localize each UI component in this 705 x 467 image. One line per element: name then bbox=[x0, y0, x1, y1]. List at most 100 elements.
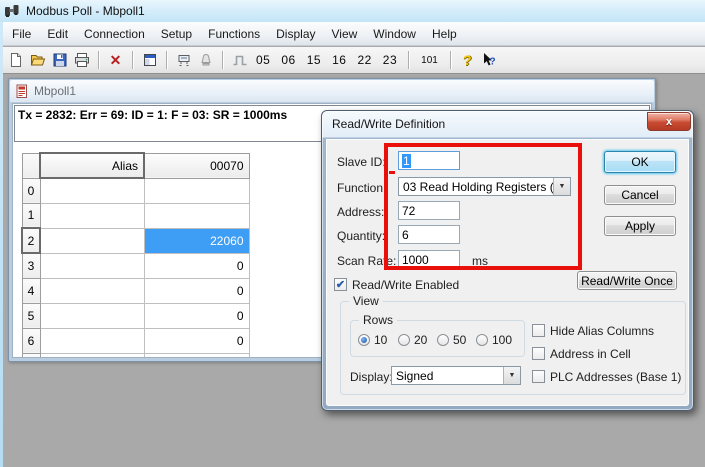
cancel-button[interactable]: Cancel bbox=[604, 185, 676, 205]
slave-id-label: Slave ID: bbox=[337, 155, 386, 169]
close-icon[interactable]: x bbox=[647, 112, 691, 131]
chevron-down-icon[interactable]: ▼ bbox=[503, 367, 520, 384]
delete-icon[interactable]: ✕ bbox=[107, 52, 124, 69]
pulse-icon[interactable] bbox=[231, 52, 248, 69]
row-header[interactable]: 3 bbox=[22, 253, 40, 278]
table-row: 6 0 bbox=[22, 328, 249, 353]
value-cell[interactable]: 0 bbox=[144, 278, 249, 303]
row-header[interactable]: 1 bbox=[22, 203, 40, 228]
plc-addresses-checkbox[interactable] bbox=[532, 370, 545, 383]
row-header-selected[interactable]: 2 bbox=[22, 228, 40, 253]
rows-100-radio[interactable] bbox=[476, 334, 488, 346]
display-value: Signed bbox=[392, 367, 503, 384]
annotation-highlight-rectangle bbox=[384, 143, 582, 270]
register-grid[interactable]: Alias 00070 0 1 2 22060 3 0 bbox=[21, 152, 250, 358]
save-icon[interactable] bbox=[51, 52, 68, 69]
alias-cell[interactable] bbox=[40, 328, 144, 353]
menu-connection[interactable]: Connection bbox=[76, 23, 153, 45]
view-group: View Rows 10 20 50 100 Display: Signed ▼… bbox=[340, 301, 686, 395]
alias-cell[interactable] bbox=[40, 178, 144, 203]
hide-alias-label: Hide Alias Columns bbox=[550, 324, 654, 338]
context-help-icon[interactable]: ? bbox=[481, 52, 498, 69]
window-title: Modbus Poll - Mbpoll1 bbox=[26, 4, 145, 18]
value-cell[interactable] bbox=[144, 203, 249, 228]
rows-50-radio[interactable] bbox=[437, 334, 449, 346]
value-cell[interactable] bbox=[144, 353, 249, 358]
menu-view[interactable]: View bbox=[324, 23, 366, 45]
grid-corner-cell[interactable] bbox=[22, 153, 40, 178]
table-row bbox=[22, 353, 249, 358]
menu-edit[interactable]: Edit bbox=[39, 23, 76, 45]
row-header[interactable]: 5 bbox=[22, 303, 40, 328]
menu-functions[interactable]: Functions bbox=[200, 23, 268, 45]
apply-button[interactable]: Apply bbox=[604, 216, 676, 236]
poll-setup-icon[interactable] bbox=[175, 52, 192, 69]
value-cell[interactable]: 0 bbox=[144, 328, 249, 353]
app-icon bbox=[4, 3, 20, 19]
grid-header-address[interactable]: 00070 bbox=[144, 153, 249, 178]
row-header[interactable]: 4 bbox=[22, 278, 40, 303]
alias-cell[interactable] bbox=[40, 353, 144, 358]
grid-header-alias[interactable]: Alias bbox=[40, 153, 144, 178]
alias-cell[interactable] bbox=[40, 253, 144, 278]
alias-cell[interactable] bbox=[40, 203, 144, 228]
table-row: 3 0 bbox=[22, 253, 249, 278]
display-label: Display: bbox=[350, 370, 393, 384]
open-file-icon[interactable] bbox=[29, 52, 46, 69]
menu-display[interactable]: Display bbox=[268, 23, 323, 45]
rows-10-radio[interactable] bbox=[358, 334, 370, 346]
alias-cell[interactable] bbox=[40, 278, 144, 303]
function-05-button[interactable]: 05 bbox=[253, 53, 273, 67]
print-icon[interactable] bbox=[73, 52, 90, 69]
table-row: 2 22060 bbox=[22, 228, 249, 253]
toolbar-separator bbox=[450, 51, 451, 69]
address-in-cell-checkbox[interactable] bbox=[532, 347, 545, 360]
menu-bar: File Edit Connection Setup Functions Dis… bbox=[0, 22, 705, 46]
rows-group-label: Rows bbox=[359, 313, 397, 327]
value-cell[interactable] bbox=[144, 178, 249, 203]
table-row: 5 0 bbox=[22, 303, 249, 328]
read-write-enabled-label: Read/Write Enabled bbox=[352, 278, 459, 292]
display-select[interactable]: Signed ▼ bbox=[391, 366, 521, 385]
rows-20-radio[interactable] bbox=[398, 334, 410, 346]
read-write-enabled-checkbox[interactable]: ✔ bbox=[334, 278, 347, 291]
alias-cell[interactable] bbox=[40, 303, 144, 328]
rows-100-label: 100 bbox=[492, 333, 512, 347]
value-cell[interactable]: 0 bbox=[144, 303, 249, 328]
function-06-button[interactable]: 06 bbox=[278, 53, 298, 67]
selected-value-cell[interactable]: 22060 bbox=[144, 228, 249, 253]
table-row: 1 bbox=[22, 203, 249, 228]
view-group-label: View bbox=[349, 294, 383, 308]
row-header[interactable] bbox=[22, 353, 40, 358]
menu-setup[interactable]: Setup bbox=[153, 23, 200, 45]
function-22-button[interactable]: 22 bbox=[354, 53, 374, 67]
rows-50-label: 50 bbox=[453, 333, 466, 347]
reg-101-button[interactable]: 101 bbox=[417, 55, 442, 66]
ok-button[interactable]: OK bbox=[604, 151, 676, 173]
menu-window[interactable]: Window bbox=[365, 23, 424, 45]
svg-text:?: ? bbox=[490, 57, 496, 68]
plc-addresses-label: PLC Addresses (Base 1) bbox=[550, 370, 681, 384]
function-15-button[interactable]: 15 bbox=[304, 53, 324, 67]
annotation-dash bbox=[389, 171, 395, 174]
menu-file[interactable]: File bbox=[4, 23, 39, 45]
alias-cell[interactable] bbox=[40, 228, 144, 253]
about-help-icon[interactable]: ? bbox=[459, 52, 476, 69]
hide-alias-checkbox[interactable] bbox=[532, 324, 545, 337]
alarm-icon[interactable] bbox=[197, 52, 214, 69]
window-titlebar: Modbus Poll - Mbpoll1 bbox=[0, 0, 705, 22]
display-definition-icon[interactable] bbox=[141, 52, 158, 69]
window-left-border bbox=[0, 22, 3, 467]
address-label: Address: bbox=[337, 205, 384, 219]
menu-help[interactable]: Help bbox=[424, 23, 465, 45]
check-icon: ✔ bbox=[336, 280, 345, 290]
doc-icon bbox=[15, 84, 29, 99]
row-header[interactable]: 6 bbox=[22, 328, 40, 353]
read-write-once-button[interactable]: Read/Write Once bbox=[577, 271, 677, 290]
child-titlebar[interactable]: Mbpoll1 bbox=[10, 80, 654, 102]
new-file-icon[interactable] bbox=[7, 52, 24, 69]
function-16-button[interactable]: 16 bbox=[329, 53, 349, 67]
row-header[interactable]: 0 bbox=[22, 178, 40, 203]
function-23-button[interactable]: 23 bbox=[380, 53, 400, 67]
value-cell[interactable]: 0 bbox=[144, 253, 249, 278]
